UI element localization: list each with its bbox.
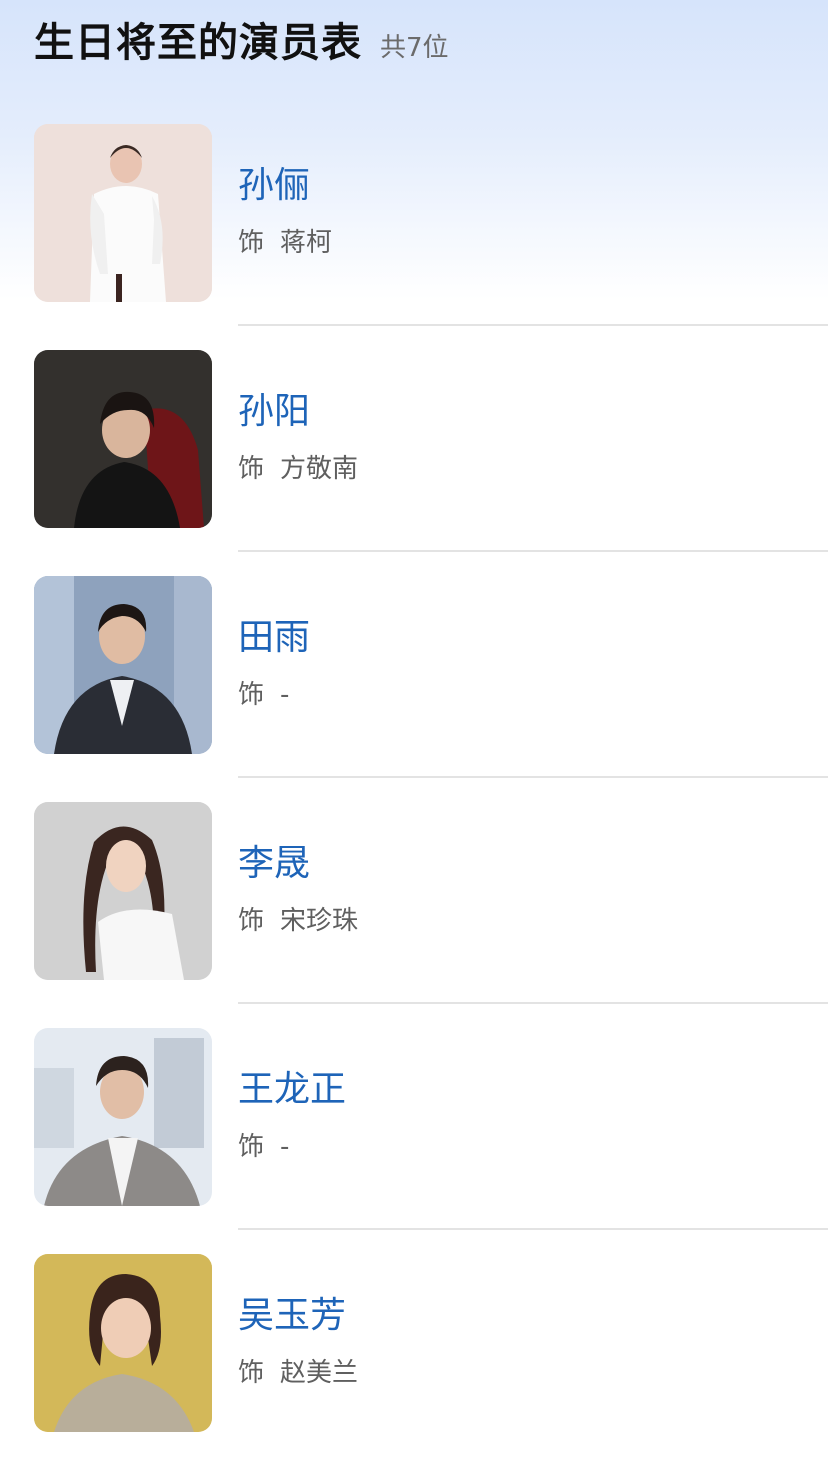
actor-list: 孙俪 饰蒋柯 孙阳 饰方敬南 田雨 饰 - 李晟 饰 宋珍珠 王龙正 饰 - 吴… <box>0 124 828 1480</box>
row-divider <box>238 1228 828 1230</box>
row-divider <box>238 324 828 326</box>
actor-name[interactable]: 王龙正 <box>238 1068 346 1112</box>
actor-row[interactable]: 孙阳 饰方敬南 <box>0 350 828 576</box>
actor-photo[interactable] <box>34 350 212 528</box>
role-character: - <box>280 1132 290 1162</box>
actor-photo[interactable] <box>34 576 212 754</box>
role-character: 宋珍珠 <box>280 906 359 936</box>
role-prefix: 饰 <box>238 906 265 936</box>
row-divider <box>238 776 828 778</box>
section-title: 生日将至的演员表 <box>34 20 362 66</box>
actor-name[interactable]: 吴玉芳 <box>238 1294 346 1338</box>
role-character: 赵美兰 <box>280 1358 359 1388</box>
actor-row[interactable]: 田雨 饰- <box>0 576 828 802</box>
role-prefix: 饰 <box>238 228 265 258</box>
actor-name[interactable]: 李晟 <box>238 842 310 886</box>
actor-name[interactable]: 孙俪 <box>238 164 310 208</box>
actor-row[interactable]: 吴玉芳 饰赵美兰 <box>0 1254 828 1480</box>
role-character: - <box>280 680 290 710</box>
actor-photo[interactable] <box>34 802 212 980</box>
actor-role: 饰宋珍珠 <box>238 904 358 938</box>
role-prefix: 饰 <box>238 680 265 710</box>
actor-photo[interactable] <box>34 1254 212 1432</box>
actor-role: 饰赵美兰 <box>238 1356 358 1390</box>
role-prefix: 饰 <box>238 454 265 484</box>
role-prefix: 饰 <box>238 1358 265 1388</box>
actor-row[interactable]: 孙俪 饰蒋柯 <box>0 124 828 350</box>
actor-photo[interactable] <box>34 1028 212 1206</box>
row-divider <box>238 1002 828 1004</box>
actor-photo[interactable] <box>34 124 212 302</box>
actor-role: 饰方敬南 <box>238 452 358 486</box>
actor-name[interactable]: 孙阳 <box>238 390 310 434</box>
actor-row[interactable]: 王龙正 饰- <box>0 1028 828 1254</box>
actor-role: 饰- <box>238 678 289 712</box>
actor-count: 共7位 <box>380 33 449 63</box>
section-header: 生日将至的演员表 共7位 <box>34 10 449 70</box>
role-prefix: 饰 <box>238 1132 265 1162</box>
actor-role: 饰蒋柯 <box>238 226 332 260</box>
row-divider <box>238 550 828 552</box>
actor-row[interactable]: 李晟 饰宋珍珠 <box>0 802 828 1028</box>
role-character: 蒋柯 <box>280 228 333 258</box>
actor-role: 饰- <box>238 1130 289 1164</box>
actor-name[interactable]: 田雨 <box>238 616 310 660</box>
role-character: 方敬南 <box>280 454 359 484</box>
